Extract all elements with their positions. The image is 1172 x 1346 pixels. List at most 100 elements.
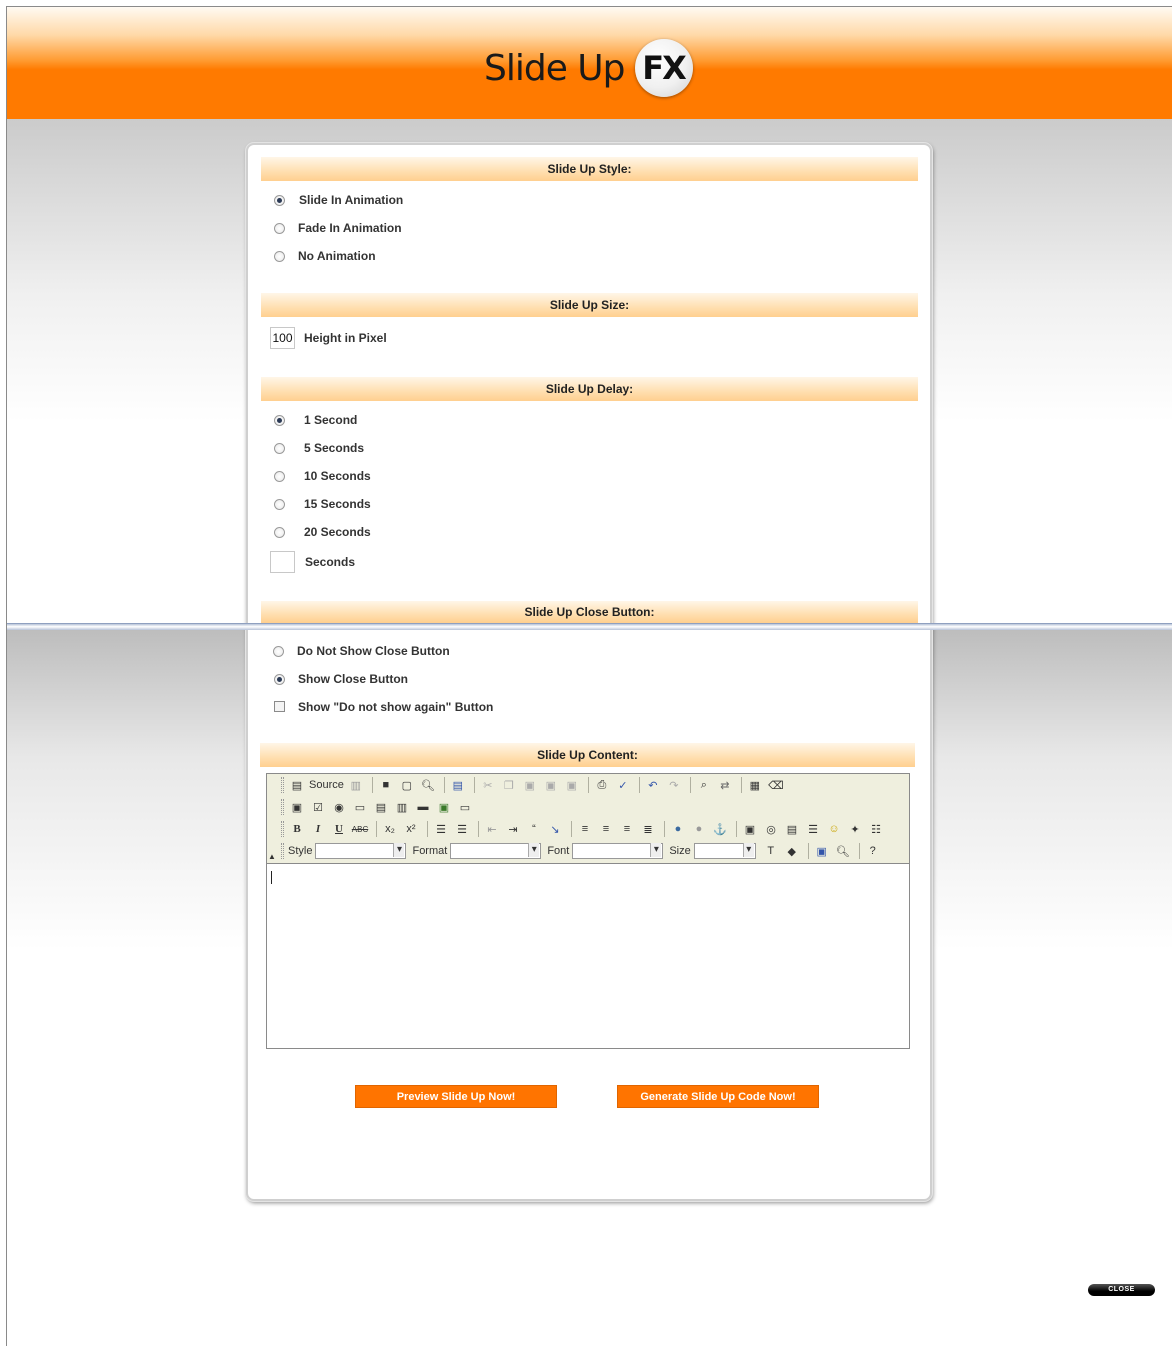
source-button[interactable]: Source xyxy=(309,779,344,791)
image-button-icon[interactable]: ▣ xyxy=(435,798,453,816)
radio-button[interactable] xyxy=(274,527,285,538)
align-left-icon[interactable]: ≡ xyxy=(576,820,594,838)
radio-button[interactable] xyxy=(274,223,285,234)
undo-icon[interactable]: ↶ xyxy=(644,776,662,794)
print-icon[interactable]: ⎙ xyxy=(593,776,611,794)
height-input[interactable]: 100 xyxy=(270,327,295,349)
smiley-icon[interactable]: ☺ xyxy=(825,820,843,838)
copy-icon[interactable]: ❐ xyxy=(500,776,518,794)
radio-button[interactable] xyxy=(274,674,285,685)
text-color-icon[interactable]: T xyxy=(762,842,780,860)
indent-icon[interactable]: ⇥ xyxy=(504,820,522,838)
font-select[interactable] xyxy=(572,843,664,859)
toolbar-separator xyxy=(689,777,691,793)
toolbar-separator xyxy=(807,843,809,859)
custom-seconds-input[interactable] xyxy=(270,551,295,573)
style-select[interactable] xyxy=(315,843,407,859)
radio-button[interactable] xyxy=(274,251,285,262)
radio-delay-5[interactable]: 5 Seconds xyxy=(274,440,364,456)
editor-content-area[interactable] xyxy=(267,865,909,1048)
size-select[interactable] xyxy=(693,843,756,859)
unlink-icon[interactable]: ● xyxy=(690,820,708,838)
templates-icon[interactable]: ▥ xyxy=(347,776,365,794)
superscript-icon[interactable]: x² xyxy=(402,820,420,838)
form-icon[interactable]: ▣ xyxy=(288,798,306,816)
horizontal-rule-icon[interactable]: ☰ xyxy=(804,820,822,838)
subscript-icon[interactable]: x₂ xyxy=(381,820,399,838)
format-select[interactable] xyxy=(450,843,542,859)
toolbar-separator xyxy=(736,821,737,837)
div-icon[interactable]: ↘ xyxy=(546,820,564,838)
select-field-icon[interactable]: ▥ xyxy=(393,798,411,816)
checkbox-icon[interactable]: ☑ xyxy=(309,798,327,816)
section-title-size: Slide Up Size: xyxy=(261,293,918,317)
radio-no-animation[interactable]: No Animation xyxy=(274,248,376,264)
find-icon[interactable]: ⌕ xyxy=(695,776,713,794)
radio-button[interactable] xyxy=(274,499,285,510)
maximize-icon[interactable]: ▣ xyxy=(813,842,831,860)
bulleted-list-icon[interactable]: ☰ xyxy=(453,820,471,838)
table-icon[interactable]: ▤ xyxy=(783,820,801,838)
bold-icon[interactable]: B xyxy=(288,820,306,838)
new-page-icon[interactable]: ▢ xyxy=(398,776,416,794)
underline-icon[interactable]: U xyxy=(330,820,348,838)
anchor-icon[interactable]: ⚓ xyxy=(711,820,729,838)
align-center-icon[interactable]: ≡ xyxy=(597,820,615,838)
radio-delay-20[interactable]: 20 Seconds xyxy=(274,524,371,540)
hidden-field-icon[interactable]: ▭ xyxy=(456,798,474,816)
section-title-style: Slide Up Style: xyxy=(261,157,918,181)
radio-show-close-button[interactable]: Show Close Button xyxy=(274,671,408,687)
preview-button[interactable]: Preview Slide Up Now! xyxy=(355,1085,557,1108)
radio-button[interactable] xyxy=(274,443,285,454)
rich-text-editor[interactable]: ▤ Source ▥ ■ ▢ 🔍︎ ▤ ✂ ❐ ▣ ▣ ▣ ⎙ ✓ ↶ ↷ ⌕ … xyxy=(266,773,910,1049)
replace-icon[interactable]: ⇄ xyxy=(716,776,734,794)
generate-code-button[interactable]: Generate Slide Up Code Now! xyxy=(617,1085,819,1108)
radio-no-close-button[interactable]: Do Not Show Close Button xyxy=(273,643,450,659)
radio-button[interactable] xyxy=(274,471,285,482)
textfield-icon[interactable]: ▭ xyxy=(351,798,369,816)
preview-icon[interactable]: 🔍︎ xyxy=(419,776,437,794)
link-icon[interactable]: ● xyxy=(669,820,687,838)
paste-icon[interactable]: ▣ xyxy=(521,776,539,794)
button-icon[interactable]: ▬ xyxy=(414,798,432,816)
radio-button[interactable] xyxy=(274,195,285,206)
radio-button[interactable] xyxy=(274,415,285,426)
align-right-icon[interactable]: ≡ xyxy=(618,820,636,838)
radio-delay-10[interactable]: 10 Seconds xyxy=(274,468,371,484)
size-label: Size xyxy=(669,845,691,857)
textarea-icon[interactable]: ▤ xyxy=(372,798,390,816)
radio-fade-in[interactable]: Fade In Animation xyxy=(274,220,402,236)
special-char-icon[interactable]: ✦ xyxy=(846,820,864,838)
align-justify-icon[interactable]: ≣ xyxy=(639,820,657,838)
numbered-list-icon[interactable]: ☰ xyxy=(432,820,450,838)
checkbox-do-not-show-again[interactable]: Show "Do not show again" Button xyxy=(274,699,493,715)
templates-doc-icon[interactable]: ▤ xyxy=(449,776,467,794)
image-icon[interactable]: ▣ xyxy=(741,820,759,838)
spellcheck-icon[interactable]: ✓ xyxy=(614,776,632,794)
outdent-icon[interactable]: ⇤ xyxy=(483,820,501,838)
flash-icon[interactable]: ◎ xyxy=(762,820,780,838)
paste-word-icon[interactable]: ▣ xyxy=(563,776,581,794)
blockquote-icon[interactable]: “ xyxy=(525,820,543,838)
help-icon[interactable]: ? xyxy=(864,842,882,860)
radio-button[interactable] xyxy=(273,646,284,657)
cut-icon[interactable]: ✂ xyxy=(479,776,497,794)
page-break-icon[interactable]: ☷ xyxy=(867,820,885,838)
checkbox[interactable] xyxy=(274,701,285,712)
radio-icon[interactable]: ◉ xyxy=(330,798,348,816)
source-icon[interactable]: ▤ xyxy=(288,776,306,794)
radio-delay-15[interactable]: 15 Seconds xyxy=(274,496,371,512)
radio-delay-1[interactable]: 1 Second xyxy=(274,412,357,428)
close-button[interactable]: CLOSE xyxy=(1088,1284,1155,1296)
strike-icon[interactable]: ABC xyxy=(351,820,369,838)
collapse-toolbar-icon[interactable]: ▲ xyxy=(268,852,276,861)
radio-slide-in[interactable]: Slide In Animation xyxy=(274,192,403,208)
save-icon[interactable]: ■ xyxy=(377,776,395,794)
background-color-icon[interactable]: ◆ xyxy=(783,842,801,860)
italic-icon[interactable]: I xyxy=(309,820,327,838)
paste-text-icon[interactable]: ▣ xyxy=(542,776,560,794)
select-all-icon[interactable]: ▦ xyxy=(746,776,764,794)
show-blocks-icon[interactable]: 🔍︎ xyxy=(834,842,852,860)
redo-icon[interactable]: ↷ xyxy=(665,776,683,794)
remove-format-icon[interactable]: ⌫ xyxy=(767,776,785,794)
